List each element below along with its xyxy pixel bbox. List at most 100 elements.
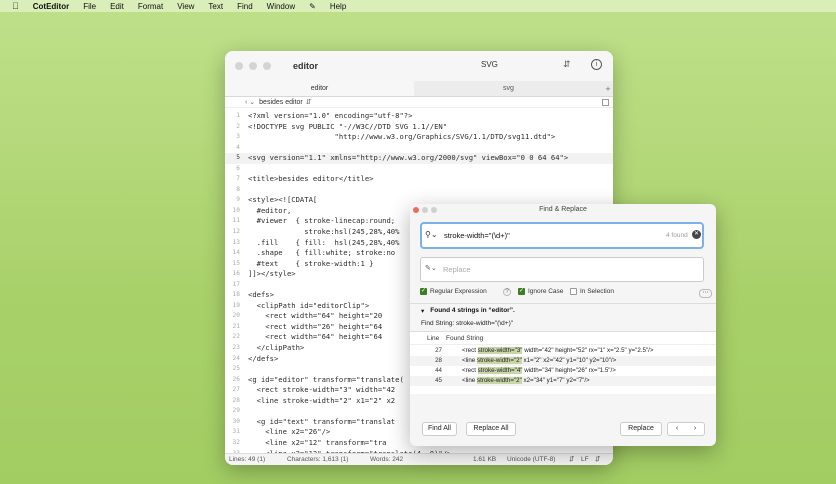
line-number: 29: [232, 407, 240, 415]
menu-find[interactable]: Find: [237, 2, 253, 11]
checkbox-checked-icon[interactable]: ✓: [420, 288, 427, 295]
line-number: 15: [232, 259, 240, 267]
code-text: <style><![CDATA[: [248, 195, 318, 205]
outline-menu[interactable]: besides editor: [259, 99, 303, 106]
menu-window[interactable]: Window: [267, 2, 295, 11]
result-found-string: <rect stroke-width="4" width="34" height…: [462, 366, 616, 376]
line-number: 13: [232, 238, 240, 246]
line-number: 12: [232, 228, 240, 236]
code-line[interactable]: 8: [225, 185, 613, 196]
checkbox-checked-icon[interactable]: ✓: [518, 288, 525, 295]
search-icon[interactable]: ⚲⌄: [425, 230, 438, 239]
find-all-button[interactable]: Find All: [422, 422, 457, 436]
tab-svg[interactable]: svg: [414, 81, 603, 96]
result-prefix: <line: [462, 377, 477, 384]
syntax-chevron-icon[interactable]: ⇵: [563, 59, 571, 70]
menu-bar:  CotEditor File Edit Format View Text F…: [0, 0, 836, 12]
help-icon[interactable]: ?: [503, 288, 511, 296]
result-row[interactable]: 28 <line stroke-width="2" x1="2" x2="42" …: [410, 356, 716, 366]
status-bar: Lines: 49 (1) Characters: 1,613 (1) Word…: [225, 453, 613, 465]
encoding-selector[interactable]: Unicode (UTF-8): [507, 454, 555, 465]
column-found-string[interactable]: Found String: [446, 332, 483, 345]
code-text: <rect width="64" height="64: [248, 332, 383, 342]
next-icon[interactable]: ›: [694, 423, 696, 435]
code-text: <g id="editor" transform="translate(: [248, 374, 404, 384]
find-replace-panel: Find & Replace ⚲⌄ stroke-width="(\d+)" 4…: [410, 204, 716, 446]
replace-button[interactable]: Replace: [620, 422, 662, 436]
in-selection-option[interactable]: In Selection: [570, 288, 614, 295]
find-navigation: ‹ ›: [667, 422, 705, 436]
zoom-window-button[interactable]: [263, 62, 271, 70]
code-text: .fill { fill: hsl(245,28%,40%: [248, 237, 400, 247]
code-text: #editor,: [248, 205, 292, 215]
apple-icon[interactable]: : [12, 1, 19, 11]
code-line[interactable]: 4: [225, 143, 613, 154]
script-menu-icon[interactable]: ✎: [309, 2, 316, 11]
menu-help[interactable]: Help: [330, 2, 346, 11]
status-characters: Characters: 1,613 (1): [287, 456, 349, 463]
menu-edit[interactable]: Edit: [110, 2, 124, 11]
replace-all-button[interactable]: Replace All: [466, 422, 516, 436]
syntax-selector[interactable]: SVG: [481, 60, 498, 69]
split-editor-icon[interactable]: [602, 99, 609, 106]
code-line[interactable]: 2 <!DOCTYPE svg PUBLIC "-//W3C//DTD SVG 1…: [225, 122, 613, 133]
checkbox-unchecked-icon[interactable]: [570, 288, 577, 295]
code-line[interactable]: 3 "http://www.w3.org/Graphics/SVG/1.1/DT…: [225, 132, 613, 143]
disclosure-triangle-icon[interactable]: ▾: [421, 307, 424, 315]
line-ending-selector[interactable]: LF: [581, 454, 589, 465]
results-table[interactable]: Line Found String 27 <rect stroke-width="…: [410, 331, 716, 394]
info-icon[interactable]: i: [591, 59, 602, 70]
menu-format[interactable]: Format: [138, 2, 163, 11]
line-number: 20: [232, 312, 240, 320]
clear-icon[interactable]: ✕: [692, 230, 701, 239]
more-options-icon[interactable]: ⋯: [699, 289, 712, 298]
status-file-size: 1.61 KB: [473, 456, 497, 463]
close-window-button[interactable]: [235, 62, 243, 70]
code-text: <line stroke-width="2" x1="2" x2: [248, 395, 396, 405]
code-text: "http://www.w3.org/Graphics/SVG/1.1/DTD/…: [248, 132, 556, 142]
ignore-case-option[interactable]: ✓ Ignore Case: [518, 288, 563, 295]
add-tab-button[interactable]: +: [603, 81, 613, 96]
result-line-number: 28: [435, 357, 442, 364]
regex-option[interactable]: ✓ Regular Expression: [420, 288, 487, 295]
result-row[interactable]: 27 <rect stroke-width="3" width="42" heig…: [410, 346, 716, 356]
result-prefix: <line: [462, 357, 477, 364]
line-number: 25: [232, 365, 240, 373]
code-line[interactable]: 7 <title>besides editor</title>: [225, 174, 613, 185]
nav-chevron-icon[interactable]: ‹ ⌄: [245, 98, 255, 106]
result-header: ▾ Found 4 strings in “editor”. Find Stri…: [410, 303, 716, 331]
line-number: 11: [232, 217, 240, 225]
result-row[interactable]: 45 <line stroke-width="2" x2="34" y1="7" …: [410, 376, 716, 386]
code-line[interactable]: 1 <?xml version="1.0" encoding="utf-8"?>: [225, 111, 613, 122]
menu-text[interactable]: Text: [208, 2, 223, 11]
column-line[interactable]: Line: [427, 332, 439, 345]
outline-chevron-icon[interactable]: ⇵: [306, 98, 312, 106]
line-number: 4: [236, 143, 240, 151]
result-row[interactable]: 44 <rect stroke-width="4" width="34" heig…: [410, 366, 716, 376]
status-words: Words: 242: [370, 456, 404, 463]
line-number: 28: [232, 396, 240, 404]
regex-option-label: Regular Expression: [430, 288, 487, 295]
code-line[interactable]: 5 <svg version="1.1" xmlns="http://www.w3…: [225, 153, 613, 164]
pencil-icon[interactable]: ✎⌄: [425, 264, 437, 272]
result-match: stroke-width="3": [477, 347, 523, 354]
menu-file[interactable]: File: [83, 2, 96, 11]
line-number: 19: [232, 301, 240, 309]
ignore-case-option-label: Ignore Case: [528, 288, 564, 295]
encoding-chevron-icon[interactable]: ⇵: [569, 454, 574, 465]
result-found-string: <rect stroke-width="3" width="42" height…: [462, 346, 653, 356]
find-field[interactable]: ⚲⌄ stroke-width="(\d+)" 4 found ✕: [420, 222, 704, 249]
line-number: 22: [232, 333, 240, 341]
tab-editor[interactable]: editor: [225, 81, 414, 96]
code-text: <line x2="26"/>: [248, 427, 331, 437]
menu-app-name[interactable]: CotEditor: [33, 2, 69, 11]
code-text: <title>besides editor</title>: [248, 174, 374, 184]
minimize-window-button[interactable]: [249, 62, 257, 70]
code-line[interactable]: 6: [225, 164, 613, 175]
replace-field[interactable]: ✎⌄ Replace: [420, 257, 704, 282]
menu-view[interactable]: View: [177, 2, 194, 11]
line-ending-chevron-icon[interactable]: ⇵: [595, 454, 600, 465]
previous-icon[interactable]: ‹: [676, 423, 678, 435]
code-text: #viewer { stroke-linecap:round;: [248, 216, 396, 226]
code-text: <g id="text" transform="translat: [248, 416, 396, 426]
